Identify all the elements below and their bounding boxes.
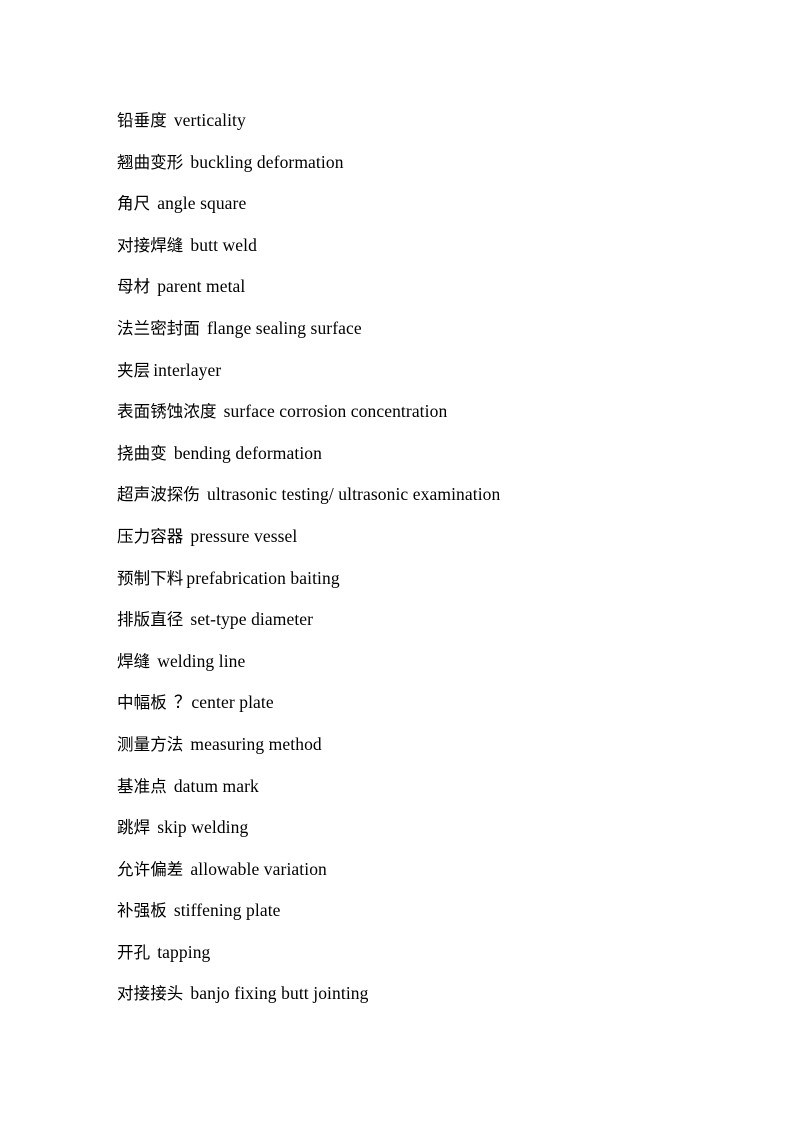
glossary-definition: banjo fixing butt jointing [190, 983, 369, 1004]
glossary-entry-list: 铅垂度 verticality 翘曲变形 buckling deformation 角尺… [117, 100, 717, 1015]
glossary-entry: 基准点 datum mark [117, 766, 717, 808]
glossary-definition: tapping [157, 941, 211, 962]
glossary-entry: 测量方法 measuring method [117, 724, 717, 766]
document-page: 铅垂度 verticality 翘曲变形 buckling deformation 角尺… [0, 0, 794, 1123]
glossary-entry: 翘曲变形 buckling deformation [117, 142, 717, 184]
glossary-definition: welding line [157, 650, 246, 671]
glossary-term: 压力容器 [117, 526, 184, 546]
glossary-entry: 补强板 stiffening plate [117, 890, 717, 932]
glossary-definition: ultrasonic testing/ ultrasonic examinati… [207, 484, 501, 505]
glossary-term: 测量方法 [117, 734, 184, 754]
glossary-term: 补强板 [117, 901, 167, 921]
glossary-term: 表面锈蚀浓度 [117, 402, 217, 422]
glossary-definition: prefabrication baiting [186, 567, 340, 588]
glossary-term: 基准点 [117, 776, 167, 796]
glossary-entry: 法兰密封面 flange sealing surface [117, 308, 717, 350]
glossary-term: 角尺 [117, 194, 151, 214]
glossary-entry: 铅垂度 verticality [117, 100, 717, 142]
glossary-entry: 母材 parent metal [117, 266, 717, 308]
glossary-definition: flange sealing surface [207, 317, 362, 338]
glossary-definition: bending deformation [173, 442, 322, 463]
glossary-definition: ？center plate [173, 692, 274, 713]
glossary-entry: 对接焊缝 butt weld [117, 225, 717, 267]
glossary-term: 中幅板 [117, 693, 167, 713]
glossary-entry: 焊缝 welding line [117, 641, 717, 683]
glossary-term: 铅垂度 [117, 111, 167, 130]
glossary-term: 对接焊缝 [117, 235, 184, 255]
glossary-term: 翘曲变形 [117, 152, 184, 172]
glossary-term: 夹层 [117, 360, 151, 380]
glossary-definition: butt weld [190, 234, 257, 255]
glossary-definition: angle square [157, 193, 247, 214]
glossary-definition: datum mark [173, 775, 259, 796]
glossary-entry: 中幅板 ？center plate [117, 682, 717, 724]
glossary-entry: 跳焊 skip welding [117, 807, 717, 849]
glossary-term: 跳焊 [117, 818, 151, 838]
glossary-definition: skip welding [157, 817, 249, 838]
glossary-term: 开孔 [117, 942, 151, 962]
glossary-entry: 压力容器 pressure vessel [117, 516, 717, 558]
glossary-entry: 排版直径 set-type diameter [117, 599, 717, 641]
glossary-entry: 对接接头 banjo fixing butt jointing [117, 973, 717, 1015]
glossary-term: 法兰密封面 [117, 318, 200, 338]
glossary-entry: 挠曲变 bending deformation [117, 433, 717, 475]
glossary-definition: measuring method [190, 733, 322, 754]
glossary-definition: interlayer [153, 359, 222, 380]
glossary-entry: 预制下料 prefabrication baiting [117, 558, 717, 600]
glossary-entry: 夹层 interlayer [117, 350, 717, 392]
glossary-definition: buckling deformation [190, 151, 344, 172]
glossary-definition: surface corrosion concentration [223, 401, 448, 422]
glossary-term: 超声波探伤 [117, 485, 200, 505]
glossary-entry: 允许偏差 allowable variation [117, 849, 717, 891]
glossary-definition: parent metal [157, 276, 246, 297]
glossary-entry: 超声波探伤 ultrasonic testing/ ultrasonic exam… [117, 474, 717, 516]
glossary-definition: pressure vessel [190, 525, 298, 546]
glossary-definition: verticality [173, 110, 246, 130]
glossary-entry: 表面锈蚀浓度 surface corrosion concentration [117, 391, 717, 433]
glossary-definition: set-type diameter [190, 609, 314, 630]
glossary-entry: 开孔 tapping [117, 932, 717, 974]
glossary-term: 预制下料 [117, 568, 184, 588]
glossary-term: 允许偏差 [117, 859, 184, 879]
glossary-term: 挠曲变 [117, 443, 167, 463]
glossary-term: 对接接头 [117, 984, 184, 1004]
glossary-definition: stiffening plate [173, 900, 281, 921]
glossary-term: 母材 [117, 277, 151, 297]
glossary-entry: 角尺 angle square [117, 183, 717, 225]
glossary-term: 排版直径 [117, 610, 184, 630]
glossary-term: 焊缝 [117, 651, 151, 671]
glossary-definition: allowable variation [190, 858, 327, 879]
